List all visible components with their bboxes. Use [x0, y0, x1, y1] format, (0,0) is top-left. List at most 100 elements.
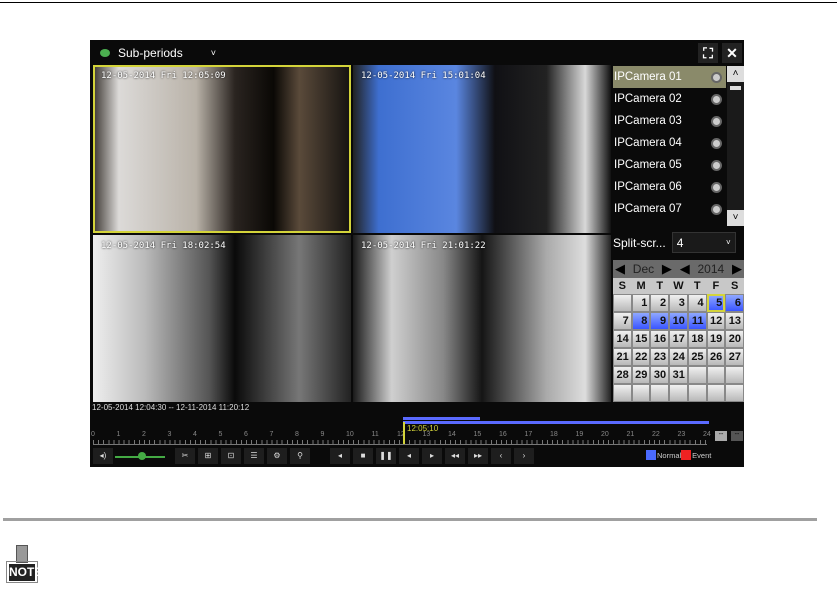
hour-tick-label: 6: [244, 431, 248, 438]
video-tile[interactable]: 12-05-2014 Fri 15:01:04: [353, 65, 611, 233]
calendar-day[interactable]: 31: [669, 366, 688, 384]
video-tile[interactable]: 12-05-2014 Fri 21:01:22: [353, 234, 611, 402]
calendar-day[interactable]: 21: [613, 348, 632, 366]
calendar-day[interactable]: 6: [725, 294, 744, 312]
camera-item[interactable]: IPCamera 03: [613, 110, 726, 132]
calendar-month: Dec: [632, 262, 655, 276]
scroll-down-icon[interactable]: ˅: [727, 210, 744, 226]
timeline-cursor[interactable]: [403, 422, 405, 444]
hour-tick-label: 20: [601, 431, 609, 438]
chevron-down-icon[interactable]: ˅: [211, 48, 216, 58]
calendar-day[interactable]: 16: [650, 330, 670, 348]
calendar-week: 123456: [613, 294, 744, 312]
camera-item[interactable]: IPCamera 04: [613, 132, 726, 154]
calendar-day[interactable]: 27: [725, 348, 744, 366]
calendar-day[interactable]: 28: [613, 366, 632, 384]
volume-knob[interactable]: [138, 452, 146, 460]
split-screen-select[interactable]: 4 ˅: [671, 232, 736, 253]
previous-day-icon[interactable]: ‹: [491, 448, 511, 464]
calendar-day[interactable]: 25: [687, 348, 707, 366]
calendar-day[interactable]: 29: [631, 366, 651, 384]
calendar-day[interactable]: 8: [631, 312, 651, 330]
calendar-day[interactable]: 11: [687, 312, 707, 330]
stop-icon[interactable]: ■: [353, 448, 373, 464]
legend-normal: Normal: [657, 450, 682, 460]
calendar-day[interactable]: 5: [706, 294, 726, 312]
calendar-day[interactable]: 20: [725, 330, 744, 348]
calendar-day[interactable]: 30: [650, 366, 670, 384]
camera-item[interactable]: IPCamera 02: [613, 88, 726, 110]
calendar-day[interactable]: [725, 384, 744, 402]
camera-item[interactable]: IPCamera 05: [613, 154, 726, 176]
calendar-day[interactable]: 14: [613, 330, 632, 348]
pause-icon[interactable]: ❚❚: [376, 448, 396, 464]
calendar-day[interactable]: 7: [613, 312, 632, 330]
speaker-icon[interactable]: ◂): [93, 448, 113, 464]
calendar-day[interactable]: 4: [687, 294, 707, 312]
next-year-icon[interactable]: ▶: [732, 261, 742, 277]
calendar-day[interactable]: 12: [706, 312, 726, 330]
osd-timestamp: 12-05-2014 Fri 15:01:04: [361, 71, 486, 81]
calendar-day[interactable]: [613, 384, 632, 402]
mode-dropdown[interactable]: Sub-periods: [118, 46, 183, 60]
custom-tag-icon[interactable]: ⊡: [221, 448, 241, 464]
calendar-day[interactable]: [650, 384, 670, 402]
calendar-day[interactable]: [725, 366, 744, 384]
fullscreen-icon[interactable]: ⛶: [698, 43, 718, 63]
calendar-day[interactable]: [706, 384, 726, 402]
calendar-day[interactable]: [687, 384, 707, 402]
next-day-icon[interactable]: ›: [514, 448, 534, 464]
prev-month-icon[interactable]: ◀: [615, 261, 625, 277]
calendar-day[interactable]: [613, 294, 632, 312]
next-month-icon[interactable]: ▶: [662, 261, 672, 277]
video-tile[interactable]: 12-05-2014 Fri 12:05:09: [93, 65, 351, 233]
osd-timestamp: 12-05-2014 Fri 18:02:54: [101, 240, 226, 251]
reverse-play-icon[interactable]: ◂: [330, 448, 350, 464]
calendar-day[interactable]: 19: [706, 330, 726, 348]
calendar-day[interactable]: [669, 384, 688, 402]
calendar-day[interactable]: 1: [631, 294, 651, 312]
rewind-30s-icon[interactable]: ◂: [399, 448, 419, 464]
zoom-in-timeline-icon[interactable]: --: [715, 431, 727, 441]
hour-tick-label: 3: [167, 431, 172, 438]
calendar-day[interactable]: 3: [669, 294, 688, 312]
tag-management-icon[interactable]: ☰: [244, 448, 264, 464]
camera-item[interactable]: IPCamera 06: [613, 176, 726, 198]
calendar-day[interactable]: 2: [650, 294, 670, 312]
calendar-day[interactable]: [631, 384, 651, 402]
calendar-day[interactable]: 22: [631, 348, 651, 366]
add-tag-icon[interactable]: ⊞: [198, 448, 218, 464]
calendar-day[interactable]: 9: [650, 312, 670, 330]
calendar-day[interactable]: 10: [669, 312, 688, 330]
calendar-day[interactable]: 24: [669, 348, 688, 366]
prev-year-icon[interactable]: ◀: [680, 261, 690, 277]
timeline-scale[interactable]: [93, 440, 707, 445]
forward-30s-icon[interactable]: ▸: [422, 448, 442, 464]
video-tile[interactable]: 12-05-2014 Fri 18:02:54: [93, 234, 351, 402]
slow-forward-icon[interactable]: ◂◂: [445, 448, 465, 464]
calendar-day[interactable]: 15: [631, 330, 651, 348]
close-icon[interactable]: ✕: [722, 43, 742, 63]
camera-list-scrollbar[interactable]: ˄ ˅: [727, 66, 744, 226]
app-logo-icon: [100, 48, 110, 57]
camera-item[interactable]: IPCamera 01: [613, 66, 726, 88]
camera-item[interactable]: IPCamera 07: [613, 198, 726, 220]
calendar-day[interactable]: 17: [669, 330, 688, 348]
calendar-day[interactable]: [687, 366, 707, 384]
calendar-day[interactable]: 13: [725, 312, 744, 330]
calendar-day[interactable]: 23: [650, 348, 670, 366]
camera-label: IPCamera 06: [614, 181, 682, 193]
calendar-day[interactable]: 18: [687, 330, 707, 348]
hour-tick-label: 4: [193, 431, 197, 438]
digital-zoom-icon[interactable]: ⚲: [290, 448, 310, 464]
zoom-out-timeline-icon[interactable]: --: [731, 431, 743, 441]
settings-icon[interactable]: ⚙: [267, 448, 287, 464]
weekday-label: W: [673, 280, 684, 292]
scroll-up-icon[interactable]: ˄: [727, 66, 744, 82]
calendar-day[interactable]: 26: [706, 348, 726, 366]
fast-forward-icon[interactable]: ▸▸: [468, 448, 488, 464]
hour-tick-label: 10: [346, 431, 354, 438]
clip-icon[interactable]: ✂: [175, 448, 195, 464]
calendar-day[interactable]: [706, 366, 726, 384]
legend-event: Event: [692, 450, 712, 460]
